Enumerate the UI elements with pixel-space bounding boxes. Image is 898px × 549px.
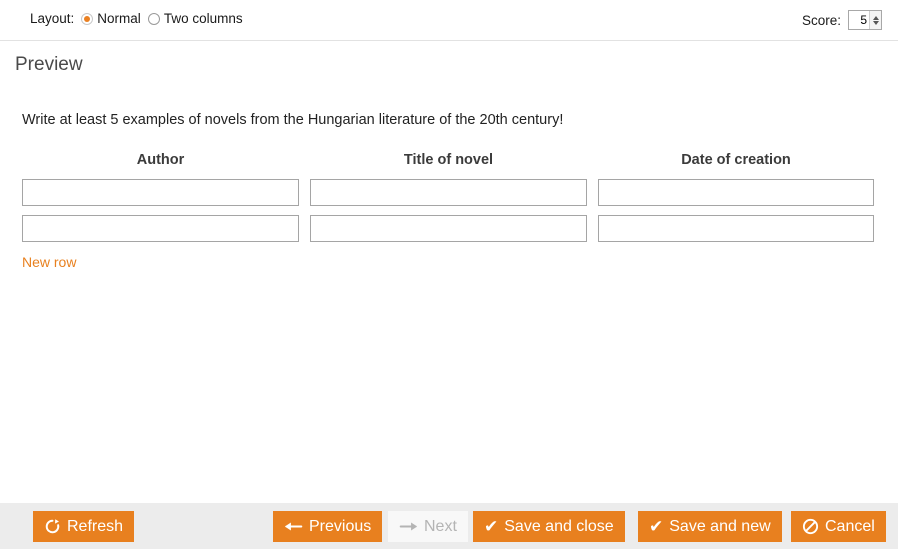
column-header-date: Date of creation	[681, 152, 791, 168]
save-and-close-button-label: Save and close	[504, 517, 614, 535]
cell-title-1	[310, 179, 587, 206]
date-input-row-1[interactable]	[598, 179, 874, 206]
save-and-new-button[interactable]: ✔ Save and new	[638, 511, 782, 542]
layout-option-two-columns[interactable]: Two columns	[147, 11, 243, 26]
answer-table: Author Title of novel Date of creation	[22, 152, 874, 251]
score-stepper[interactable]: 5	[848, 10, 882, 30]
cell-author-1	[22, 179, 299, 206]
table-row	[22, 215, 874, 242]
layout-option-normal[interactable]: Normal	[81, 11, 141, 26]
table-row	[22, 179, 874, 206]
layout-radio-group: Layout: Normal Two columns	[30, 11, 243, 26]
footer-toolbar: Refresh Previous Next ✔ Save and close ✔…	[0, 503, 898, 549]
preview-heading: Preview	[15, 54, 83, 75]
table-header-row: Author Title of novel Date of creation	[22, 152, 874, 179]
date-input-row-2[interactable]	[598, 215, 874, 242]
score-spinner-arrows[interactable]	[869, 11, 881, 29]
refresh-button-label: Refresh	[67, 517, 124, 535]
cell-author-2	[22, 215, 299, 242]
next-button: Next	[388, 511, 468, 542]
layout-label: Layout:	[30, 11, 75, 26]
spinner-up-icon[interactable]	[872, 15, 879, 20]
new-row-link[interactable]: New row	[22, 254, 76, 270]
score-label: Score:	[801, 12, 841, 28]
prohibition-icon	[802, 518, 819, 535]
check-icon: ✔	[484, 517, 499, 536]
previous-button[interactable]: Previous	[273, 511, 383, 542]
cell-title-2	[310, 215, 587, 242]
previous-button-label: Previous	[309, 517, 372, 535]
title-input-row-2[interactable]	[310, 215, 587, 242]
title-input-row-1[interactable]	[310, 179, 587, 206]
refresh-button[interactable]: Refresh	[33, 511, 135, 542]
layout-option-normal-label: Normal	[97, 11, 141, 26]
radio-normal-icon[interactable]	[81, 12, 94, 25]
column-header-author: Author	[136, 152, 185, 168]
next-button-label: Next	[424, 517, 457, 535]
cancel-button[interactable]: Cancel	[791, 511, 886, 542]
save-and-close-button[interactable]: ✔ Save and close	[473, 511, 625, 542]
radio-two-columns-icon[interactable]	[147, 12, 160, 25]
author-input-row-1[interactable]	[22, 179, 299, 206]
author-input-row-2[interactable]	[22, 215, 299, 242]
cell-date-2	[598, 215, 874, 242]
arrow-left-icon	[284, 519, 303, 534]
spinner-down-icon[interactable]	[872, 20, 879, 25]
save-and-new-button-label: Save and new	[669, 517, 771, 535]
question-text: Write at least 5 examples of novels from…	[22, 112, 564, 128]
score-input[interactable]: 5	[849, 11, 869, 29]
refresh-icon	[44, 518, 61, 535]
top-toolbar: Layout: Normal Two columns Score: 5	[0, 0, 898, 41]
score-field-group: Score: 5	[802, 10, 882, 30]
cancel-button-label: Cancel	[825, 517, 875, 535]
arrow-right-icon	[399, 519, 418, 534]
check-icon: ✔	[649, 517, 664, 536]
column-header-title: Title of novel	[403, 152, 494, 168]
layout-option-two-columns-label: Two columns	[163, 11, 243, 26]
cell-date-1	[598, 179, 874, 206]
